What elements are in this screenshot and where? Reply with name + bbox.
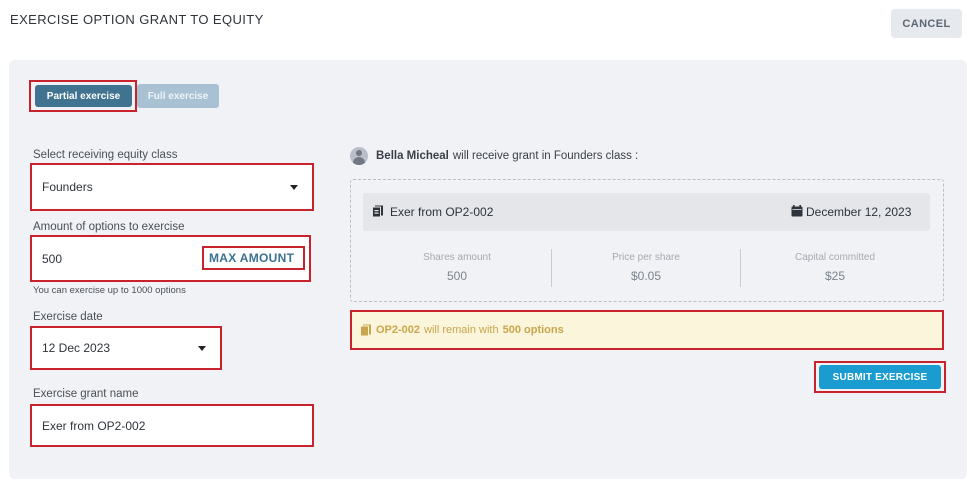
recipient-line: Bella Micheal will receive grant in Foun… xyxy=(350,147,638,165)
document-icon xyxy=(372,205,383,217)
remaining-count: 500 options xyxy=(502,324,564,336)
receive-text: will receive grant in Founders class : xyxy=(452,150,639,162)
exercise-date-value: 12 Dec 2023 xyxy=(42,341,111,355)
equity-class-label: Select receiving equity class xyxy=(33,149,178,161)
stat-capital: Capital committed $25 xyxy=(740,252,930,283)
partial-exercise-toggle[interactable]: Partial exercise xyxy=(35,85,132,107)
stat-value: $25 xyxy=(824,269,846,283)
equity-class-select[interactable]: Founders xyxy=(30,163,314,211)
summary-grant-name: Exer from OP2-002 xyxy=(390,205,494,219)
grant-name-input[interactable]: Exer from OP2-002 xyxy=(30,404,314,447)
stat-label: Shares amount xyxy=(423,252,491,263)
amount-label: Amount of options to exercise xyxy=(33,221,185,233)
avatar xyxy=(350,147,368,165)
equity-class-value: Founders xyxy=(42,180,93,194)
exercise-date-label: Exercise date xyxy=(33,311,103,323)
remaining-grant: OP2-002 xyxy=(376,324,421,336)
stat-shares: Shares amount 500 xyxy=(362,252,552,283)
recipient-name: Bella Micheal xyxy=(376,150,449,162)
chevron-down-icon xyxy=(290,185,298,190)
full-exercise-toggle[interactable]: Full exercise xyxy=(137,84,219,108)
exercise-date-select[interactable]: 12 Dec 2023 xyxy=(30,326,222,370)
grant-name-value: Exer from OP2-002 xyxy=(42,418,146,433)
submit-exercise-button[interactable]: SUBMIT EXERCISE xyxy=(819,365,941,389)
remaining-mid: will remain with xyxy=(424,324,499,336)
amount-value: 500 xyxy=(42,251,63,266)
summary-grant-date: December 12, 2023 xyxy=(806,205,912,219)
chevron-down-icon xyxy=(198,346,206,351)
grant-name-label: Exercise grant name xyxy=(33,388,139,400)
page-title: EXERCISE OPTION GRANT TO EQUITY xyxy=(10,12,264,27)
remaining-options-banner: OP2-002 will remain with 500 options xyxy=(350,310,944,350)
stat-value: 500 xyxy=(446,269,468,283)
document-icon xyxy=(360,324,371,336)
amount-hint: You can exercise up to 1000 options xyxy=(33,285,186,296)
stat-label: Price per share xyxy=(612,252,680,263)
stat-value: $0.05 xyxy=(630,269,662,283)
calendar-icon xyxy=(791,205,803,217)
stat-price: Price per share $0.05 xyxy=(551,252,741,283)
cancel-button[interactable]: CANCEL xyxy=(891,9,962,38)
max-amount-button[interactable]: MAX AMOUNT xyxy=(209,251,294,265)
stat-label: Capital committed xyxy=(794,252,876,263)
